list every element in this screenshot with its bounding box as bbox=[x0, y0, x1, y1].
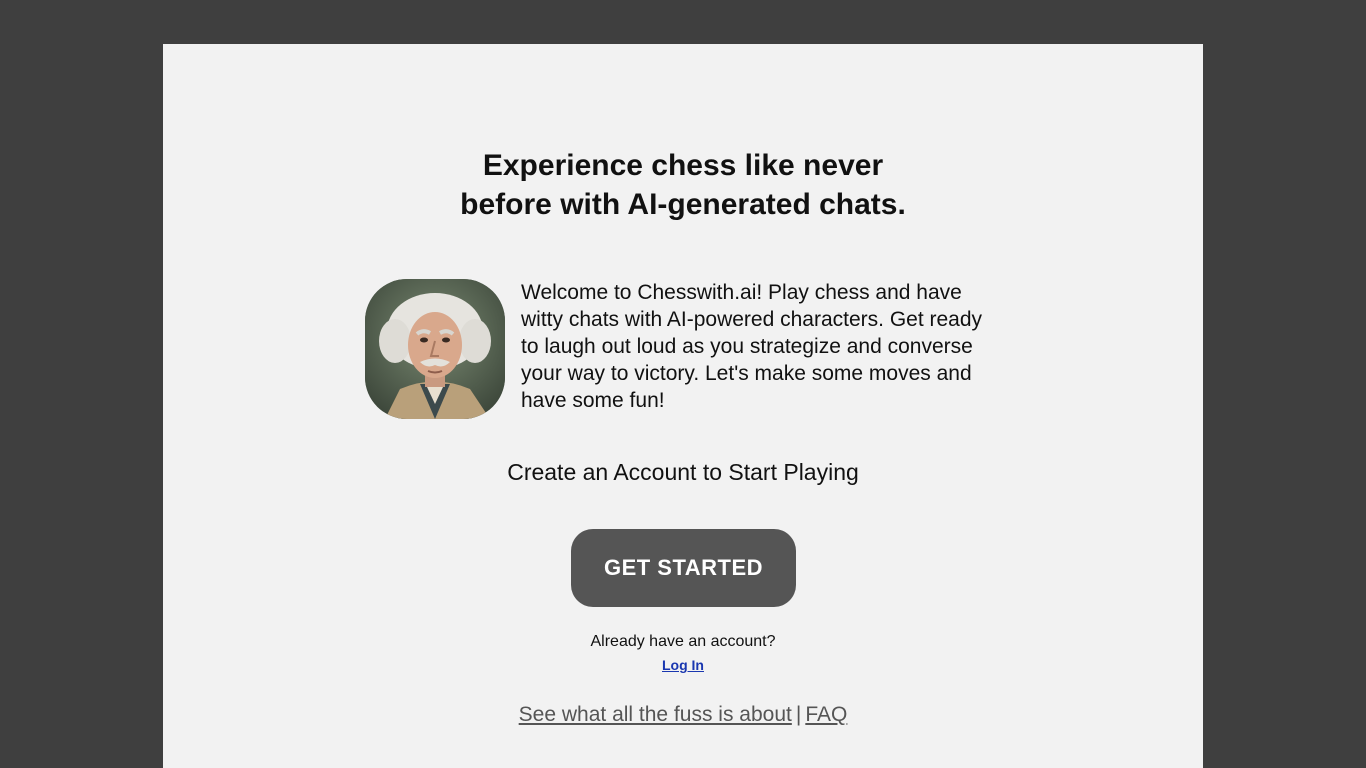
get-started-button[interactable]: GET STARTED bbox=[571, 529, 796, 607]
faq-link[interactable]: FAQ bbox=[805, 703, 847, 726]
intro-description: Welcome to Chesswith.ai! Play chess and … bbox=[521, 281, 983, 412]
log-in-link[interactable]: Log In bbox=[662, 657, 704, 673]
headline-line-1: Experience chess like never bbox=[482, 149, 884, 182]
page-headline: Experience chess like never before with … bbox=[163, 146, 1203, 224]
footer-links: See what all the fuss is about | FAQ bbox=[163, 703, 1203, 727]
main-card: Experience chess like never before with … bbox=[163, 44, 1203, 768]
about-fuss-link[interactable]: See what all the fuss is about bbox=[519, 703, 792, 726]
einstein-avatar-icon bbox=[365, 279, 505, 419]
footer-separator: | bbox=[795, 703, 802, 726]
create-account-prompt: Create an Account to Start Playing bbox=[507, 459, 859, 485]
existing-account-prompt: Already have an account? bbox=[590, 633, 776, 650]
headline-line-2: before with AI-generated chats. bbox=[460, 188, 906, 221]
login-container: Log In bbox=[163, 657, 1203, 673]
intro-section: Welcome to Chesswith.ai! Play chess and … bbox=[365, 279, 1005, 419]
